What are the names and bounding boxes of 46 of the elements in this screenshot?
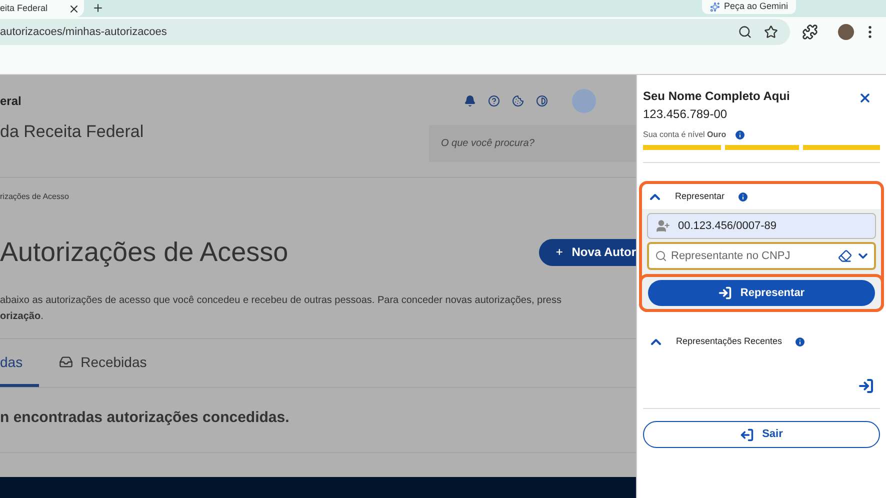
search-icon — [655, 250, 667, 262]
close-icon[interactable] — [68, 2, 80, 14]
sparkle-icon — [710, 2, 720, 12]
section-title: Representar — [675, 190, 725, 203]
info-icon[interactable] — [736, 190, 749, 202]
gemini-button[interactable]: Peça ao Gemini — [702, 0, 796, 14]
cnpj-field[interactable]: 00.123.456/0007-89 — [647, 213, 876, 239]
tab[interactable]: Recebidas — [38, 338, 147, 386]
add-user-icon — [656, 219, 670, 233]
url-text: autorizacoes/minhas-autorizacoes — [0, 24, 168, 40]
inbox-icon — [58, 355, 73, 369]
section-title: Representações Recentes — [676, 335, 782, 348]
zoom-icon[interactable] — [738, 25, 752, 39]
close-icon[interactable] — [858, 91, 872, 105]
empty-message: n encontradas autorizações concedidas. — [0, 408, 290, 428]
new-authorization-button[interactable]: Nova Autor — [539, 238, 636, 266]
login-icon — [718, 286, 732, 300]
site-subtitle: da Receita Federal — [0, 121, 144, 143]
description-text: orização. — [0, 310, 44, 324]
cookie-icon[interactable] — [512, 95, 524, 107]
tab[interactable]: das — [0, 338, 39, 386]
page-title: Autorizações de Acesso — [0, 236, 290, 269]
cpf-text: 123.456.789-00 — [643, 106, 728, 123]
brand-text: eral — [0, 93, 22, 110]
help-icon[interactable] — [488, 95, 500, 107]
profile-avatar[interactable] — [838, 24, 854, 40]
logout-icon — [740, 428, 754, 442]
account-level-text: Sua conta é nível Ouro — [643, 129, 726, 141]
description-text: abaixo as autorizações de acesso que você concedeu e recebeu de outras pessoas. Para conceder novas autorizações, press — [0, 294, 562, 308]
contrast-icon[interactable] — [536, 95, 548, 107]
bell-icon[interactable] — [464, 95, 476, 107]
breadcrumb: rizações de Acesso — [0, 191, 70, 203]
search-field[interactable]: O que você procura? — [429, 125, 636, 162]
info-icon[interactable] — [734, 129, 746, 141]
bookmark-star-icon[interactable] — [764, 25, 778, 39]
login-icon[interactable] — [858, 378, 874, 394]
browser-tab[interactable]: eita Federal — [0, 0, 84, 17]
user-name: Seu Nome Completo Aqui — [643, 88, 790, 105]
represent-button[interactable]: Representar — [648, 280, 875, 306]
eraser-icon[interactable] — [838, 249, 852, 263]
representative-search-field[interactable]: Representante no CNPJ — [647, 242, 876, 270]
logout-button[interactable]: Sair — [643, 421, 880, 448]
new-tab-icon[interactable] — [92, 2, 104, 14]
address-bar[interactable]: autorizacoes/minhas-autorizacoes — [0, 19, 790, 45]
info-icon[interactable] — [794, 336, 806, 348]
extensions-icon[interactable] — [802, 24, 818, 40]
